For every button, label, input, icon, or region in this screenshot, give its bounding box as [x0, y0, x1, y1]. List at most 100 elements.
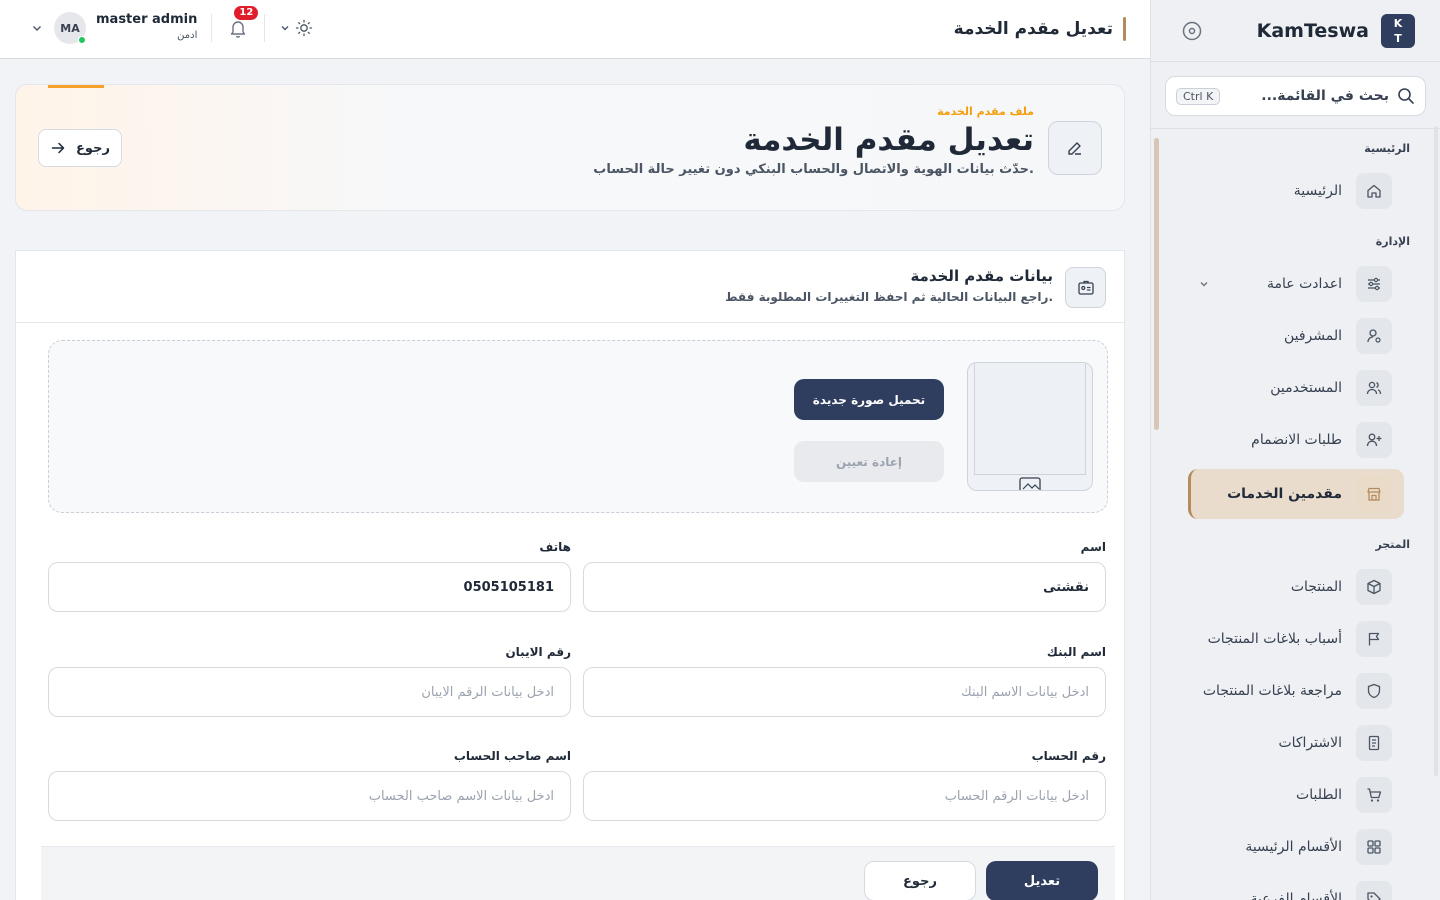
- box-icon: [1356, 569, 1392, 605]
- notifications-button[interactable]: 12: [226, 6, 259, 40]
- bank-name-input[interactable]: ادخل بيانات الاسم البنك: [583, 667, 1106, 717]
- phone-input[interactable]: 0505105181: [48, 562, 571, 612]
- sidebar: K T KamTeswa Ctrl K بحث في القائمة... ال…: [1150, 0, 1440, 900]
- cancel-button[interactable]: رجوع: [864, 861, 976, 900]
- name-label: اسم: [1080, 540, 1106, 554]
- user-menu[interactable]: master admin ادمن: [96, 12, 197, 44]
- account-holder-field: اسم صاحب الحساب ادخل بيانات الاسم صاحب ا…: [48, 749, 571, 821]
- notification-badge: 12: [234, 6, 259, 20]
- section-home: الرئيسية: [1364, 142, 1410, 155]
- tag-icon: [1356, 881, 1392, 900]
- card-header: بيانات مقدم الخدمة راجع البيانات الحالية…: [16, 251, 1124, 323]
- users-icon: [1356, 370, 1392, 406]
- sidebar-item-label: الأقسام الرئيسية: [1245, 839, 1342, 855]
- avatar-initials: MA: [60, 21, 80, 35]
- brand-logo-k: K: [1393, 16, 1403, 30]
- receipt-icon: [1356, 725, 1392, 761]
- chevron-down-icon[interactable]: [30, 21, 44, 35]
- arrow-right-icon: [50, 140, 66, 156]
- topbar: تعديل مقدم الخدمة MA master admin ادمن 1…: [0, 0, 1150, 59]
- cart-icon: [1356, 777, 1392, 813]
- sun-icon[interactable]: [295, 19, 313, 37]
- hero-title: تعديل مقدم الخدمة: [743, 122, 1034, 158]
- reset-image-button[interactable]: إعادة تعيين: [794, 441, 944, 482]
- sidebar-item-label: أسباب بلاغات المنتجات: [1207, 631, 1342, 647]
- sidebar-item-label: الرئيسية: [1293, 183, 1342, 199]
- sidebar-item-orders[interactable]: الطلبات: [1188, 770, 1404, 820]
- sidebar-item-label: الطلبات: [1296, 787, 1342, 803]
- account-number-field: رقم الحساب ادخل بيانات الرقم الحساب: [583, 749, 1106, 821]
- card-title: بيانات مقدم الخدمة: [910, 267, 1053, 285]
- brand[interactable]: K T KamTeswa: [1256, 13, 1415, 48]
- divider: [211, 14, 213, 42]
- bank-name-label: اسم البنك: [1046, 645, 1106, 659]
- sidebar-item-service-providers[interactable]: مقدمين الخدمات: [1188, 469, 1404, 519]
- sidebar-item-report-review[interactable]: مراجعة بلاغات المنتجات: [1188, 666, 1404, 716]
- sidebar-scroll-track: [1434, 126, 1438, 776]
- sidebar-item-subscriptions[interactable]: الاشتراكات: [1188, 718, 1404, 768]
- sidebar-item-home[interactable]: الرئيسية: [1188, 166, 1404, 216]
- search-icon: [1397, 87, 1415, 105]
- divider: [264, 14, 266, 42]
- sidebar-item-supervisors[interactable]: المشرفين: [1188, 311, 1404, 361]
- sidebar-item-sub-categories[interactable]: الأقسام الفرعية: [1188, 874, 1404, 900]
- iban-field: رقم الايبان ادخل بيانات الرقم الايبان: [48, 645, 571, 717]
- phone-label: هاتف: [539, 540, 571, 554]
- card-subtitle: راجع البيانات الحالية ثم احفظ التغييرات …: [725, 290, 1053, 304]
- sidebar-search[interactable]: Ctrl K بحث في القائمة...: [1165, 76, 1426, 116]
- name-input[interactable]: نقشتى: [583, 562, 1106, 612]
- section-store: المتجر: [1375, 538, 1410, 551]
- iban-label: رقم الايبان: [505, 645, 571, 659]
- main-content: ملف مقدم الخدمة تعديل مقدم الخدمة حدّث ب…: [0, 59, 1150, 900]
- sliders-icon: [1356, 266, 1392, 302]
- hero-text: ملف مقدم الخدمة تعديل مقدم الخدمة حدّث ب…: [593, 105, 1034, 177]
- sidebar-item-general-settings[interactable]: اعدادت عامة: [1188, 259, 1404, 309]
- sidebar-scrollbar[interactable]: [1154, 138, 1159, 430]
- sidebar-item-label: المستخدمين: [1270, 380, 1342, 396]
- image-placeholder: [974, 363, 1086, 475]
- save-button[interactable]: تعديل: [986, 861, 1098, 900]
- sidebar-item-label: اعدادت عامة: [1267, 276, 1342, 292]
- image-preview: [967, 362, 1093, 491]
- image-icon: [1019, 474, 1041, 490]
- grid-icon: [1356, 829, 1392, 865]
- sidebar-item-label: المشرفين: [1283, 328, 1342, 344]
- account-holder-label: اسم صاحب الحساب: [453, 749, 571, 763]
- account-holder-input[interactable]: ادخل بيانات الاسم صاحب الحساب: [48, 771, 571, 821]
- sidebar-item-label: مقدمين الخدمات: [1227, 486, 1342, 502]
- sidebar-item-report-reasons[interactable]: أسباب بلاغات المنتجات: [1188, 614, 1404, 664]
- sidebar-item-products[interactable]: المنتجات: [1188, 562, 1404, 612]
- user-plus-icon: [1356, 422, 1392, 458]
- user-role: ادمن: [177, 30, 198, 41]
- shield-icon: [1356, 673, 1392, 709]
- title-accent-bar: [1123, 17, 1126, 41]
- account-number-input[interactable]: ادخل بيانات الرقم الحساب: [583, 771, 1106, 821]
- chevron-down-icon[interactable]: [279, 22, 291, 34]
- sidebar-item-label: مراجعة بلاغات المنتجات: [1202, 683, 1342, 699]
- hero-accent-bar: [48, 85, 104, 88]
- brand-name: KamTeswa: [1256, 19, 1369, 42]
- flag-icon: [1356, 621, 1392, 657]
- sidebar-item-label: المنتجات: [1290, 579, 1342, 595]
- back-button[interactable]: رجوع: [38, 129, 122, 167]
- sidebar-item-users[interactable]: المستخدمين: [1188, 363, 1404, 413]
- upload-new-image-button[interactable]: تحميل صورة جديدة: [794, 379, 944, 420]
- edit-icon: [1048, 121, 1102, 175]
- sidebar-item-label: طلبات الانضمام: [1251, 432, 1342, 448]
- avatar[interactable]: MA: [54, 12, 86, 44]
- sidebar-item-join-requests[interactable]: طلبات الانضمام: [1188, 415, 1404, 465]
- brand-logo: K T: [1381, 13, 1415, 48]
- chevron-down-icon[interactable]: [1198, 278, 1210, 290]
- page-title: تعديل مقدم الخدمة: [954, 17, 1126, 41]
- sidebar-item-label: الاشتراكات: [1278, 735, 1342, 751]
- user-name: master admin: [96, 12, 198, 27]
- collapse-sidebar-icon[interactable]: [1181, 20, 1203, 42]
- iban-input[interactable]: ادخل بيانات الرقم الايبان: [48, 667, 571, 717]
- hero-subtitle: حدّث بيانات الهوية والاتصال والحساب البن…: [593, 162, 1034, 177]
- search-placeholder: بحث في القائمة...: [1261, 88, 1389, 104]
- sidebar-header: K T KamTeswa: [1151, 0, 1440, 62]
- sidebar-item-main-categories[interactable]: الأقسام الرئيسية: [1188, 822, 1404, 872]
- home-icon: [1356, 173, 1392, 209]
- section-admin: الإدارة: [1375, 235, 1410, 248]
- id-card-icon: [1065, 267, 1106, 308]
